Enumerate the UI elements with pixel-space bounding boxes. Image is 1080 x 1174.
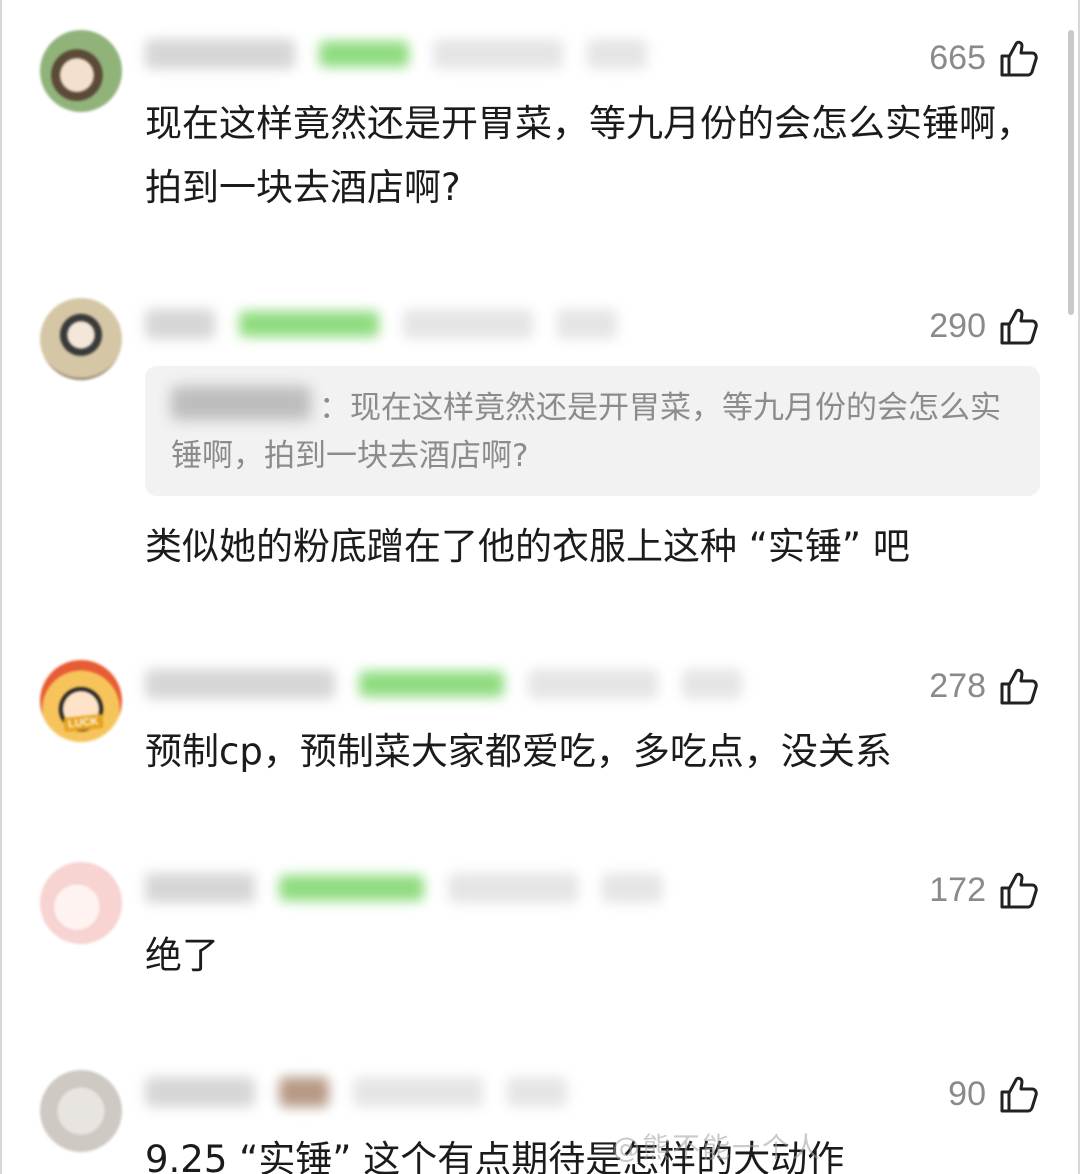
like-button[interactable]: 665 xyxy=(929,34,1040,82)
timestamp-blurred xyxy=(528,669,658,699)
user-badge-blurred xyxy=(319,41,409,67)
like-count: 665 xyxy=(929,38,986,77)
comment-meta xyxy=(145,868,662,908)
like-count: 90 xyxy=(948,1074,986,1113)
like-count: 278 xyxy=(929,666,986,705)
user-badge-blurred xyxy=(359,671,504,697)
reply-quote[interactable]: ：现在这样竟然还是开胃菜，等九月份的会怎么实锤啊，拍到一块去酒店啊? xyxy=(145,366,1040,496)
username-blurred[interactable] xyxy=(145,309,215,339)
like-button[interactable]: 278 xyxy=(929,662,1040,710)
thumbs-up-icon[interactable] xyxy=(996,868,1040,912)
location-blurred xyxy=(682,669,742,699)
username-blurred[interactable] xyxy=(145,39,295,69)
avatar[interactable] xyxy=(40,30,122,112)
thumbs-up-icon[interactable] xyxy=(996,1072,1040,1116)
comment-text: 绝了 xyxy=(145,934,219,977)
thumbs-up-icon[interactable] xyxy=(996,36,1040,80)
timestamp-blurred xyxy=(403,309,533,339)
scrollbar[interactable] xyxy=(1068,30,1074,315)
comment-meta xyxy=(145,304,617,344)
thumbs-up-icon[interactable] xyxy=(996,664,1040,708)
avatar[interactable] xyxy=(40,298,122,380)
avatar[interactable] xyxy=(40,862,122,944)
user-badge-blurred xyxy=(239,311,379,337)
username-blurred[interactable] xyxy=(145,873,255,903)
timestamp-blurred xyxy=(353,1077,483,1107)
comment-meta xyxy=(145,34,647,74)
location-blurred xyxy=(602,873,662,903)
comment-text: 现在这样竟然还是开胃菜，等九月份的会怎么实锤啊，拍到一块去酒店啊? xyxy=(145,102,1033,209)
timestamp-blurred xyxy=(433,39,563,69)
user-badge-blurred xyxy=(279,1077,329,1107)
user-badge-blurred xyxy=(279,875,424,901)
comment-text: 预制cp，预制菜大家都爱吃，多吃点，没关系 xyxy=(145,730,892,773)
comment-text: 9.25 “实锤” 这个有点期待是怎样的大动作 xyxy=(145,1138,845,1174)
avatar-badge-text: LUCK xyxy=(63,714,104,732)
avatar[interactable] xyxy=(40,1070,122,1152)
location-blurred xyxy=(587,39,647,69)
username-blurred[interactable] xyxy=(145,1077,255,1107)
like-button[interactable]: 172 xyxy=(929,866,1040,914)
thumbs-up-icon[interactable] xyxy=(996,304,1040,348)
avatar[interactable]: LUCK xyxy=(40,660,122,742)
comment-text: 类似她的粉底蹭在了他的衣服上这种 “实锤” 吧 xyxy=(145,525,910,568)
comment-meta xyxy=(145,664,742,704)
like-button[interactable]: 290 xyxy=(929,302,1040,350)
username-blurred[interactable] xyxy=(145,669,335,699)
like-count: 172 xyxy=(929,870,986,909)
timestamp-blurred xyxy=(448,873,578,903)
quoted-comment-text: ：现在这样竟然还是开胃菜，等九月份的会怎么实锤啊，拍到一块去酒店啊? xyxy=(171,390,1001,474)
frame-left-edge xyxy=(0,0,2,1174)
comment-meta xyxy=(145,1072,567,1112)
like-count: 290 xyxy=(929,306,986,345)
like-button[interactable]: 90 xyxy=(948,1070,1040,1118)
watermark: @熊不能一个人 xyxy=(612,1131,823,1164)
location-blurred xyxy=(557,309,617,339)
location-blurred xyxy=(507,1077,567,1107)
